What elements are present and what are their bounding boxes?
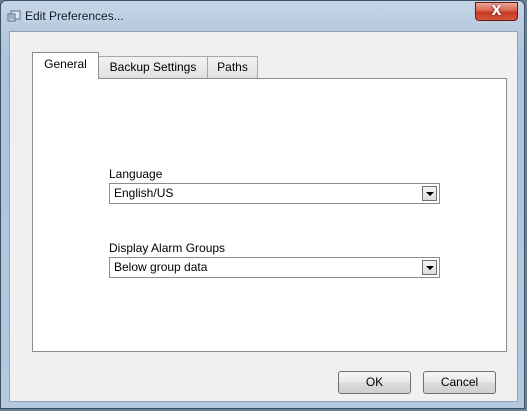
alarm-groups-value: Below group data [114, 260, 208, 274]
chevron-down-icon[interactable] [422, 186, 437, 201]
title-bar[interactable]: Edit Preferences... X [1, 1, 524, 31]
dialog-client-area: General Backup Settings Paths Language E… [9, 31, 518, 402]
tab-paths[interactable]: Paths [207, 56, 258, 78]
tab-label: General [44, 57, 87, 71]
language-select[interactable]: English/US [109, 183, 440, 204]
close-icon: X [491, 4, 502, 19]
tab-label: Paths [217, 60, 248, 74]
alarm-groups-label: Display Alarm Groups [109, 241, 226, 255]
app-icon [7, 10, 21, 22]
ok-button[interactable]: OK [338, 371, 411, 394]
language-value: English/US [114, 186, 174, 200]
alarm-groups-select[interactable]: Below group data [109, 257, 440, 278]
general-tab-panel: Language English/US Display Alarm Groups… [32, 78, 507, 352]
chevron-down-icon[interactable] [422, 260, 437, 275]
window-title: Edit Preferences... [25, 9, 124, 23]
close-button[interactable]: X [475, 2, 518, 21]
tab-general[interactable]: General [32, 52, 99, 79]
edit-preferences-window: Edit Preferences... X General Backup Set… [0, 0, 525, 409]
tab-backup-settings[interactable]: Backup Settings [98, 56, 208, 78]
tab-label: Backup Settings [109, 60, 197, 74]
cancel-button[interactable]: Cancel [423, 371, 496, 394]
language-label: Language [109, 167, 163, 181]
